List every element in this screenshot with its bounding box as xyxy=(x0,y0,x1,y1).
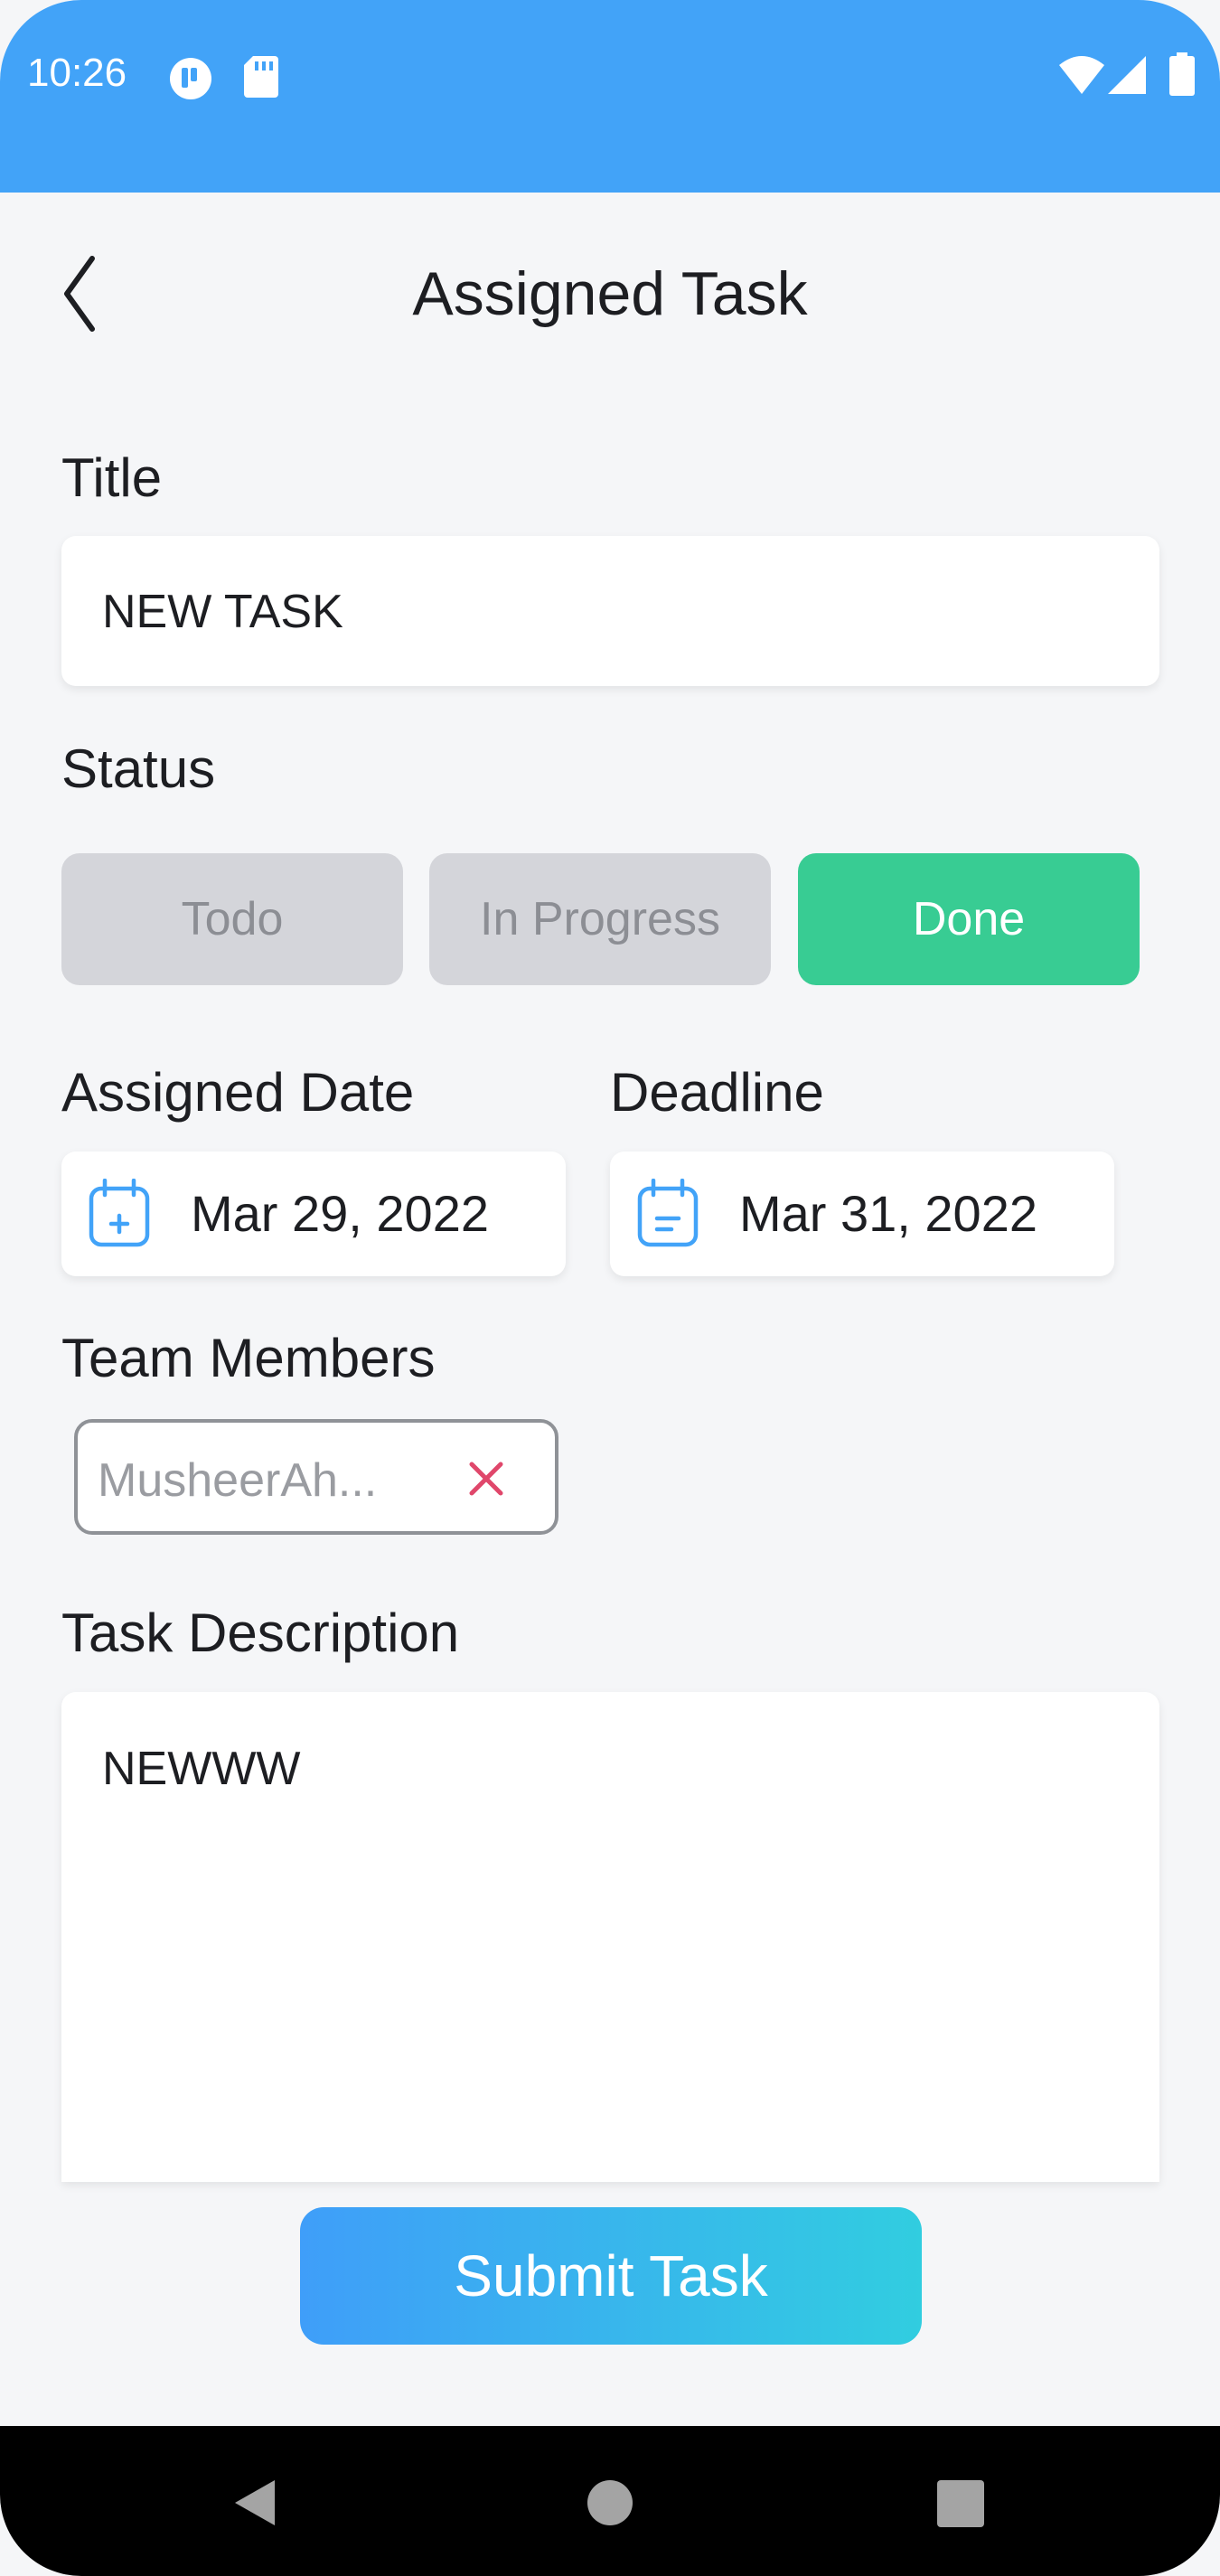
status-label: Status xyxy=(61,738,216,799)
title-value: NEW TASK xyxy=(102,586,343,638)
assigned-date-value: Mar 29, 2022 xyxy=(191,1185,489,1242)
page-title: Assigned Task xyxy=(412,259,808,328)
status-done-button[interactable]: Done xyxy=(798,853,1140,985)
signal-icon xyxy=(1108,56,1146,99)
calendar-icon xyxy=(635,1178,700,1254)
nav-recents-icon[interactable] xyxy=(937,2480,984,2532)
assigned-date-picker[interactable]: Mar 29, 2022 xyxy=(61,1152,566,1276)
wifi-icon xyxy=(1059,56,1104,99)
task-description-label: Task Description xyxy=(61,1603,460,1663)
deadline-value: Mar 31, 2022 xyxy=(739,1185,1037,1242)
team-members-label: Team Members xyxy=(61,1328,436,1388)
task-description-field[interactable]: NEWWW xyxy=(61,1692,1159,2182)
title-label: Title xyxy=(61,447,163,508)
status-in-progress-button[interactable]: In Progress xyxy=(429,853,771,985)
deadline-picker[interactable]: Mar 31, 2022 xyxy=(610,1152,1114,1276)
team-member-chip[interactable]: MusheerAh... xyxy=(74,1419,558,1535)
status-bar: 10:26 xyxy=(0,0,1220,193)
assigned-date-label: Assigned Date xyxy=(61,1062,415,1123)
status-todo-button[interactable]: Todo xyxy=(61,853,403,985)
nav-back-icon[interactable] xyxy=(230,2477,278,2534)
submit-task-button[interactable]: Submit Task xyxy=(300,2207,922,2345)
task-description-value: NEWWW xyxy=(102,1743,301,1795)
app-notification-icon xyxy=(168,56,213,106)
team-member-name: MusheerAh... xyxy=(98,1454,378,1507)
close-icon[interactable] xyxy=(461,1453,511,1509)
sd-card-icon xyxy=(244,56,278,102)
title-field[interactable]: NEW TASK xyxy=(61,536,1159,686)
nav-home-icon[interactable] xyxy=(587,2479,633,2531)
battery-icon xyxy=(1169,52,1195,100)
navigation-bar xyxy=(0,2426,1220,2576)
calendar-add-icon xyxy=(87,1178,152,1254)
status-time: 10:26 xyxy=(27,51,127,95)
deadline-label: Deadline xyxy=(610,1062,824,1123)
